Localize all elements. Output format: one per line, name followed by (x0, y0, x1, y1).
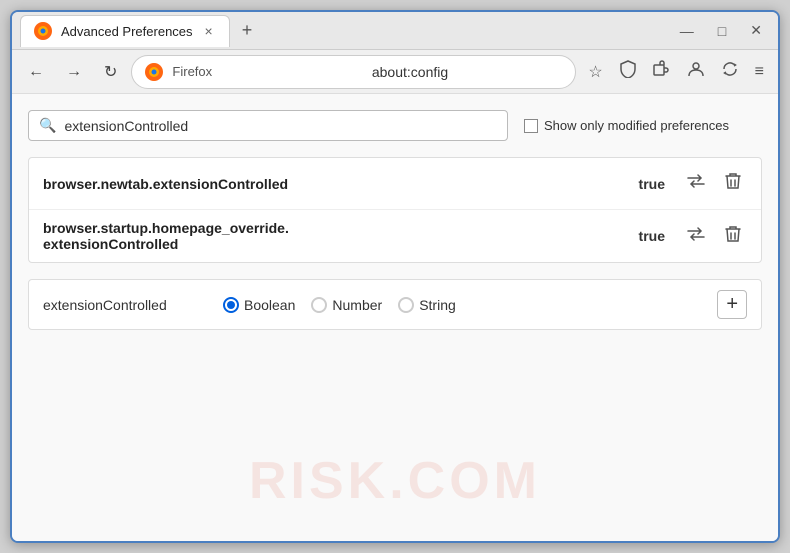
new-tab-button[interactable]: + (234, 16, 261, 45)
pref-name-1: browser.newtab.extensionControlled (43, 176, 639, 192)
row-actions-1 (681, 168, 747, 199)
radio-boolean-circle (223, 297, 239, 313)
search-input-wrapper: 🔍 (28, 110, 508, 141)
sync-icon (721, 60, 739, 78)
type-radio-group: Boolean Number String (223, 297, 456, 313)
pref-value-1: true (639, 176, 665, 192)
radio-number-label: Number (332, 297, 382, 313)
pref-value-2: true (639, 228, 665, 244)
radio-number[interactable]: Number (311, 297, 382, 313)
tab-favicon (33, 21, 53, 41)
row-actions-2 (681, 221, 747, 252)
pref-name-2: browser.startup.homepage_override. exten… (43, 220, 639, 252)
forward-button[interactable]: → (58, 57, 90, 87)
content-area: RISK.COM 🔍 Show only modified preference… (12, 94, 778, 541)
account-button[interactable] (681, 56, 711, 87)
show-modified-label[interactable]: Show only modified preferences (524, 118, 729, 133)
extension-button[interactable] (647, 56, 677, 87)
reload-button[interactable]: ↻ (96, 56, 125, 88)
table-row: browser.startup.homepage_override. exten… (29, 210, 761, 262)
address-bar[interactable]: Firefox about:config (131, 55, 576, 89)
results-table: browser.newtab.extensionControlled true (28, 157, 762, 263)
tab-close-button[interactable]: × (201, 21, 217, 41)
nav-icon-group: ☆ (582, 56, 770, 87)
radio-boolean-label: Boolean (244, 297, 295, 313)
url-text: about:config (372, 64, 563, 80)
delete-button-2[interactable] (719, 221, 747, 252)
shield-button[interactable] (613, 56, 643, 87)
tab-title: Advanced Preferences (61, 24, 193, 39)
radio-string[interactable]: String (398, 297, 456, 313)
puzzle-icon (653, 60, 671, 78)
toggle-button-1[interactable] (681, 170, 711, 197)
nav-bar: ← → ↻ Firefox about:config ☆ (12, 50, 778, 94)
watermark: RISK.COM (249, 451, 541, 511)
delete-button-1[interactable] (719, 168, 747, 199)
show-modified-text: Show only modified preferences (544, 118, 729, 133)
close-button[interactable]: ✕ (742, 18, 770, 43)
search-bar: 🔍 Show only modified preferences (28, 110, 762, 141)
toggle-button-2[interactable] (681, 223, 711, 250)
tab-strip: Advanced Preferences × + (20, 15, 668, 47)
account-icon (687, 60, 705, 78)
radio-boolean[interactable]: Boolean (223, 297, 295, 313)
search-icon: 🔍 (39, 117, 56, 134)
browser-window: Advanced Preferences × + — □ ✕ ← → ↻ Fir… (10, 10, 780, 543)
trash-icon-2 (725, 225, 741, 243)
radio-string-label: String (419, 297, 456, 313)
window-controls: — □ ✕ (672, 18, 770, 43)
bookmark-button[interactable]: ☆ (582, 58, 608, 86)
show-modified-checkbox[interactable] (524, 119, 538, 133)
new-pref-name: extensionControlled (43, 297, 203, 313)
menu-button[interactable]: ≡ (749, 59, 770, 85)
browser-logo (144, 62, 164, 82)
shield-icon (619, 60, 637, 78)
title-bar: Advanced Preferences × + — □ ✕ (12, 12, 778, 50)
trash-icon (725, 172, 741, 190)
radio-number-circle (311, 297, 327, 313)
add-pref-button[interactable]: + (717, 290, 747, 319)
table-row: browser.newtab.extensionControlled true (29, 158, 761, 210)
toggle-icon-2 (687, 227, 705, 241)
radio-string-circle (398, 297, 414, 313)
browser-name: Firefox (172, 64, 363, 79)
search-input[interactable] (64, 118, 497, 134)
sync-button[interactable] (715, 56, 745, 87)
toggle-icon (687, 174, 705, 188)
active-tab[interactable]: Advanced Preferences × (20, 15, 230, 47)
back-button[interactable]: ← (20, 57, 52, 87)
maximize-button[interactable]: □ (710, 19, 734, 43)
minimize-button[interactable]: — (672, 19, 702, 43)
add-pref-row: extensionControlled Boolean Number Strin… (28, 279, 762, 330)
